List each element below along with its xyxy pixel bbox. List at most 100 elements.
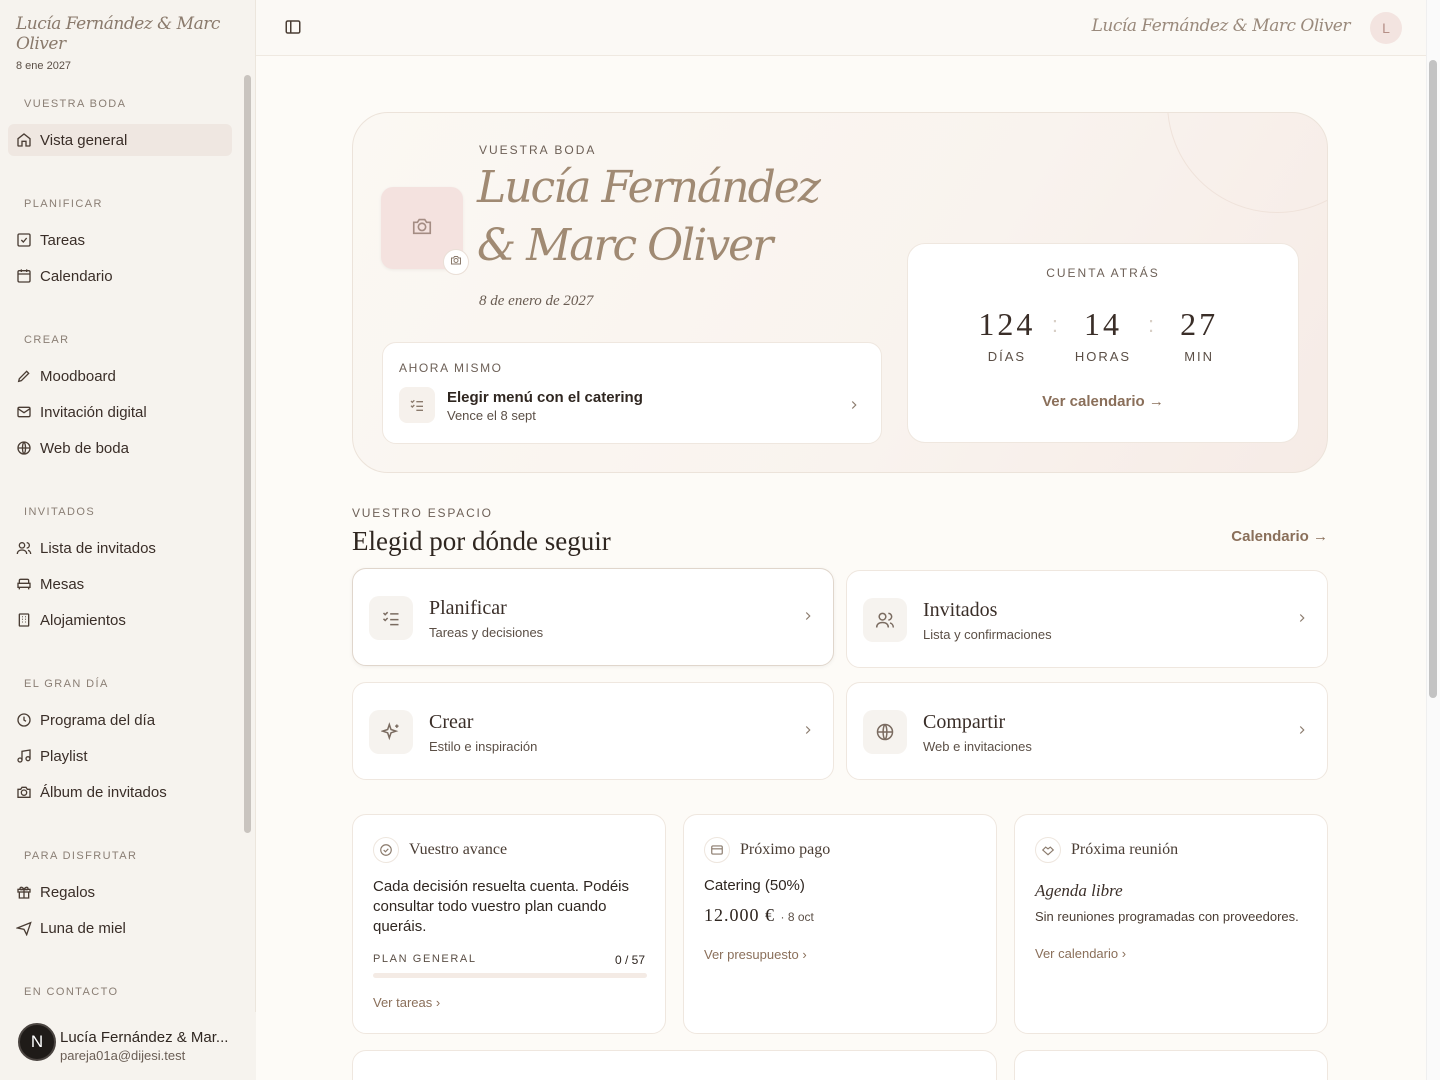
sidebar-item-label: Programa del día [40,711,156,729]
sidebar-item-calendario[interactable]: Calendario [8,260,232,292]
chevron-right-icon [1295,723,1309,742]
next-card-partial [352,1050,997,1080]
sidebar-item-alojamientos[interactable]: Alojamientos [8,604,232,636]
calendar-link[interactable]: Calendario → [1231,528,1328,545]
now-task-card[interactable]: AHORA MISMO Elegir menú con el catering … [382,342,882,444]
sidebar-scrollbar[interactable] [244,75,251,833]
camera-icon [16,784,32,800]
couple-name: Lucía Fernández & Marc Oliver [1091,16,1351,36]
user-menu[interactable]: N Lucía Fernández & Mar... pareja01a@dij… [0,1012,256,1080]
sidebar-nav: VUESTRA BODA Vista general PLANIFICAR Ta… [0,72,240,1012]
music-icon [16,748,32,764]
sidebar-item-programa[interactable]: Programa del día [8,704,232,736]
next-card-partial [1014,1050,1328,1080]
user-email: pareja01a@dijesi.test [60,1048,186,1063]
sidebar-item-label: Alojamientos [40,611,126,629]
view-calendar-link[interactable]: Ver calendario › [1035,946,1126,961]
card-title: Invitados [923,599,998,621]
meeting-subtitle: Sin reuniones programadas con proveedore… [1035,909,1299,924]
sidebar-item-mesas[interactable]: Mesas [8,568,232,600]
decorative-arc [1167,113,1327,213]
sidebar-item-regalos[interactable]: Regalos [8,876,232,908]
sidebar-item-label: Moodboard [40,367,116,385]
sidebar-item-label: Álbum de invitados [40,783,167,801]
mail-icon [16,404,32,420]
sidebar-item-lista-invitados[interactable]: Lista de invitados [8,532,232,564]
clock-icon [16,712,32,728]
card-subtitle: Tareas y decisiones [429,625,544,640]
brand-date: 8 ene 2027 [16,60,72,72]
sidebar: Lucía Fernández & Marc Oliver 8 ene 2027… [0,0,256,1080]
card-title: Planificar [429,597,507,619]
card-header: Próxima reunión [1035,837,1178,863]
sidebar-item-label: Web de boda [40,439,129,457]
chevron-right-icon [1295,611,1309,630]
link-label: Ver presupuesto [704,947,799,962]
countdown-values: 124 DÍAS : 14 HORAS : 27 MIN [908,306,1298,364]
avatar: N [18,1023,56,1061]
topbar: Lucía Fernández & Marc Oliver L [256,0,1426,56]
sidebar-item-invitacion[interactable]: Invitación digital [8,396,232,428]
credit-card-icon [704,837,730,863]
main-scrollbar[interactable] [1429,60,1437,698]
pencil-icon [16,368,32,384]
card-header: Vuestro avance [373,837,507,863]
progress-text: Cada decisión resuelta cuenta. Podéis co… [373,878,629,935]
now-eyebrow: AHORA MISMO [399,361,503,375]
avatar[interactable]: L [1370,12,1402,44]
sidebar-item-label: Invitación digital [40,403,147,421]
sidebar-item-album[interactable]: Álbum de invitados [8,776,232,808]
link-label: Ver calendario [1042,393,1145,410]
home-icon [16,132,32,148]
camera-icon [450,253,462,271]
meeting-card: Próxima reunión Agenda libre Sin reunion… [1014,814,1328,1034]
sidebar-item-label: Playlist [40,747,88,765]
card-title: Compartir [923,711,1006,733]
sidebar-item-playlist[interactable]: Playlist [8,740,232,772]
sidebar-item-web[interactable]: Web de boda [8,432,232,464]
sidebar-item-tareas[interactable]: Tareas [8,224,232,256]
countdown-eyebrow: CUENTA ATRÁS [1046,266,1160,280]
payment-card: Próximo pago Catering (50%) 12.000 € · 8… [683,814,997,1034]
upload-photo-button[interactable] [443,249,469,275]
hours-value: 14 [1084,306,1122,342]
gift-icon [16,884,32,900]
sidebar-toggle-icon[interactable] [284,18,304,38]
days-label: DÍAS [987,349,1027,364]
chevron-right-icon: › [802,947,807,962]
view-tasks-link[interactable]: Ver tareas › [373,995,440,1010]
countdown-days: 124 DÍAS [972,306,1042,364]
countdown-card: CUENTA ATRÁS 124 DÍAS : 14 HORAS : 27 MI… [907,243,1299,443]
chevron-right-icon [801,609,815,628]
sidebar-item-vista-general[interactable]: Vista general [8,124,232,156]
sidebar-item-luna-de-miel[interactable]: Luna de miel [8,912,232,944]
sidebar-item-label: Calendario [40,267,113,285]
card-subtitle: Web e invitaciones [923,739,1032,754]
card-compartir[interactable]: Compartir Web e invitaciones [846,682,1328,780]
separator: : [1051,312,1058,337]
payment-name: Catering (50%) [704,877,805,894]
link-label: Ver calendario [1035,946,1119,961]
payment-amount-row: 12.000 € · 8 oct [704,905,814,926]
hero-eyebrow: VUESTRA BODA [479,143,597,157]
sidebar-brand: Lucía Fernández & Marc Oliver 8 ene 2027 [16,14,255,72]
chevron-right-icon: › [1121,946,1127,961]
hero-card: VUESTRA BODA Lucía Fernández & Marc Oliv… [352,112,1328,473]
sidebar-item-label: Mesas [40,575,85,593]
view-budget-link[interactable]: Ver presupuesto › [704,947,807,962]
sidebar-item-moodboard[interactable]: Moodboard [8,360,232,392]
section-label: PLANIFICAR [24,198,103,210]
plane-icon [16,920,32,936]
view-calendar-link[interactable]: Ver calendario → [908,393,1298,410]
countdown-mins: 27 MIN [1164,306,1234,364]
section-eyebrow: VUESTRO ESPACIO [352,506,493,520]
payment-date: · 8 oct [780,910,814,924]
card-header: Próximo pago [704,837,830,863]
card-planificar[interactable]: Planificar Tareas y decisiones [352,568,834,666]
sidebar-item-label: Vista general [40,131,128,149]
card-crear[interactable]: Crear Estilo e inspiración [352,682,834,780]
brand-name: Lucía Fernández & Marc Oliver [16,14,220,54]
plan-label: PLAN GENERAL [373,953,477,965]
chevron-right-icon [847,398,861,417]
card-invitados[interactable]: Invitados Lista y confirmaciones [846,570,1328,668]
